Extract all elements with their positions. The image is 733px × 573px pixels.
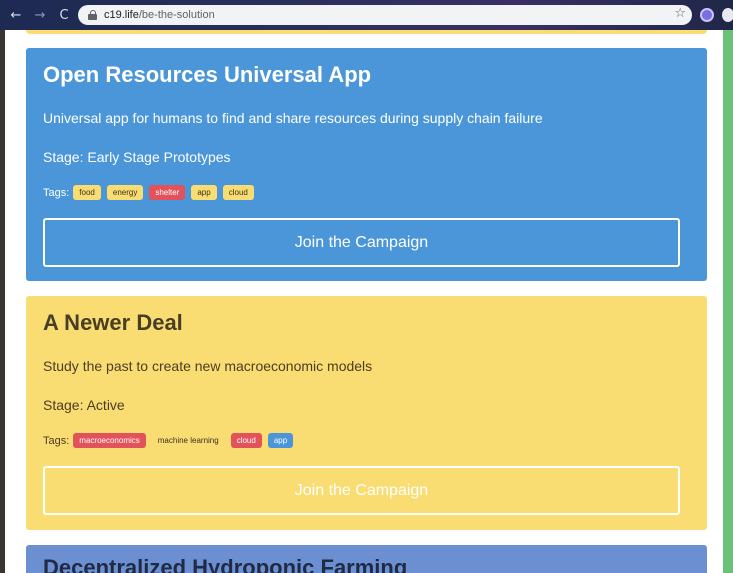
back-arrow-icon[interactable]: ← [6, 5, 26, 25]
card-stage: Stage: Early Stage Prototypes [43, 149, 231, 165]
tag-energy[interactable]: energy [106, 185, 144, 200]
tag-app[interactable]: app [191, 185, 217, 200]
reload-icon[interactable]: C [54, 5, 74, 25]
card-description: Study the past to create new macroeconom… [43, 358, 373, 374]
extension-icon[interactable] [700, 8, 714, 22]
card-title: A Newer Deal [43, 310, 183, 335]
card-description: Universal app for humans to find and sha… [43, 110, 543, 126]
tag-cloud[interactable]: cloud [230, 433, 262, 448]
tag-list: Tags: food energy shelter app cloud [43, 184, 691, 201]
tag-cloud[interactable]: cloud [222, 185, 254, 200]
url-path: /be-the-solution [138, 9, 215, 21]
previous-card-edge [26, 30, 707, 34]
page-viewport: Open Resources Universal App Universal a… [5, 30, 723, 573]
project-card: Open Resources Universal App Universal a… [26, 48, 707, 281]
tag-machine-learning[interactable]: machine learning [152, 433, 225, 448]
tag-food[interactable]: food [73, 185, 101, 200]
lock-icon [88, 10, 97, 20]
forward-arrow-icon[interactable]: → [30, 5, 50, 25]
profile-avatar-icon[interactable] [722, 8, 733, 22]
tags-label: Tags: [43, 186, 70, 199]
tag-macroeconomics[interactable]: macroeconomics [73, 433, 146, 448]
join-campaign-button[interactable]: Join the Campaign [43, 466, 680, 515]
join-campaign-button[interactable]: Join the Campaign [43, 218, 680, 267]
tags-label: Tags: [43, 434, 70, 447]
project-card: A Newer Deal Study the past to create ne… [26, 296, 707, 530]
tag-shelter[interactable]: shelter [149, 185, 186, 200]
url-host: c19.life [104, 9, 139, 21]
card-title: Decentralized Hydroponic Farming [43, 555, 408, 573]
address-bar[interactable]: c19.life/be-the-solution ☆ [78, 5, 692, 25]
page-scroll-edge [723, 30, 733, 573]
browser-toolbar: ← → C c19.life/be-the-solution ☆ [0, 0, 733, 30]
card-stage: Stage: Active [43, 397, 125, 413]
bookmark-star-icon[interactable]: ☆ [674, 6, 686, 21]
tag-app[interactable]: app [267, 433, 294, 448]
tag-list: Tags: macroeconomics machine learning cl… [43, 432, 691, 449]
card-title: Open Resources Universal App [43, 62, 372, 87]
project-card: Decentralized Hydroponic Farming [26, 545, 707, 573]
